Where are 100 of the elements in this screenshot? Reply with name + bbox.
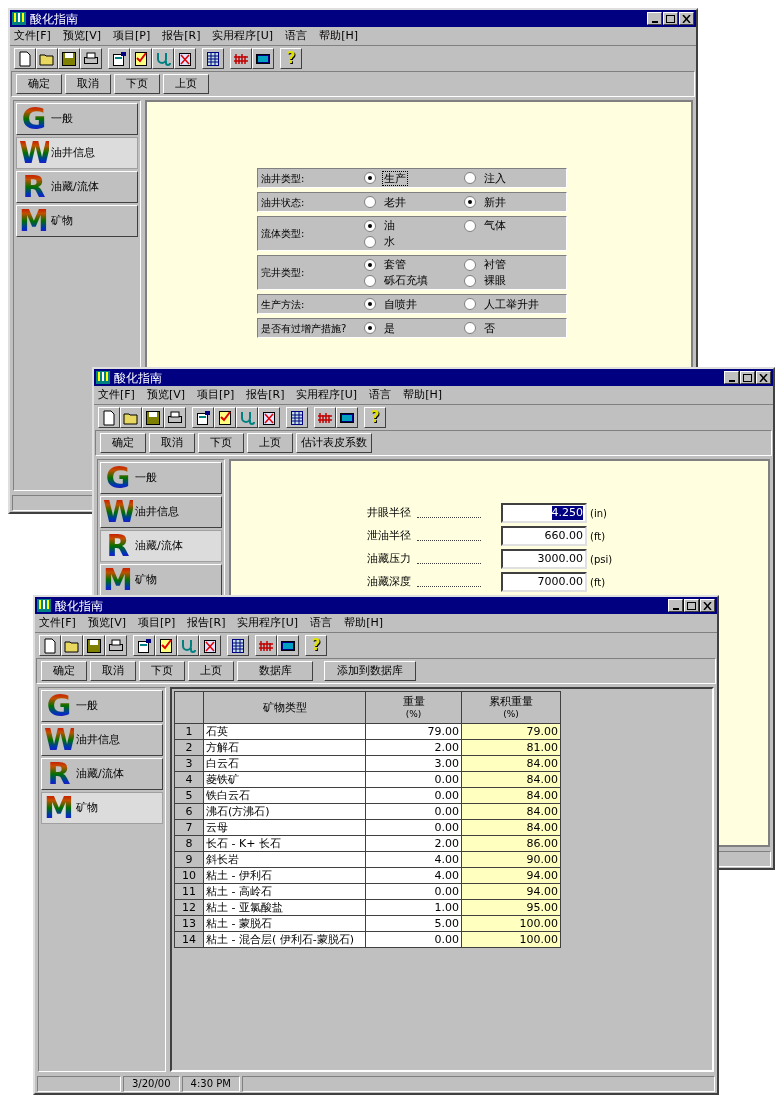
menu-item[interactable]: 项目[P] [138, 614, 176, 632]
toolbar-text-button[interactable]: 下页 [198, 433, 244, 453]
toolbar-text-button[interactable]: 确定 [100, 433, 146, 453]
toolbar-button[interactable] [227, 635, 249, 656]
toolbar-text-button[interactable]: 取消 [149, 433, 195, 453]
radio-button[interactable] [364, 235, 376, 248]
close-button[interactable] [756, 371, 771, 384]
toolbar-button[interactable] [108, 48, 130, 69]
toolbar-button[interactable] [314, 407, 336, 428]
toolbar-text-button[interactable]: 上页 [247, 433, 293, 453]
menu-item[interactable]: 报告[R] [162, 27, 201, 45]
toolbar-button[interactable] [202, 48, 224, 69]
toolbar-button[interactable] [258, 407, 280, 428]
toolbar-text-button[interactable]: 数据库 [237, 661, 313, 681]
toolbar-button[interactable] [336, 407, 358, 428]
maximize-button[interactable] [740, 371, 755, 384]
input-field[interactable]: 3000.00 [501, 549, 587, 569]
input-field[interactable]: 7000.00 [501, 572, 587, 592]
toolbar-button[interactable] [98, 407, 120, 428]
toolbar-text-button[interactable]: 添加到数据库 [324, 661, 416, 681]
toolbar-button[interactable] [252, 48, 274, 69]
toolbar-button[interactable] [58, 48, 80, 69]
minimize-button[interactable] [647, 12, 662, 25]
radio-button[interactable] [364, 322, 376, 334]
toolbar-button[interactable] [230, 48, 252, 69]
radio-button[interactable] [364, 258, 376, 271]
radio-button[interactable] [364, 196, 376, 208]
toolbar-text-button[interactable]: 估计表皮系数 [296, 433, 372, 453]
input-field[interactable]: 660.00 [501, 526, 587, 546]
radio-button[interactable] [464, 219, 476, 232]
toolbar-text-button[interactable]: 下页 [114, 74, 160, 94]
menu-item[interactable]: 项目[P] [197, 386, 235, 404]
menu-item[interactable]: 语言 [369, 386, 392, 404]
menu-item[interactable]: 语言 [310, 614, 333, 632]
toolbar-text-button[interactable]: 取消 [65, 74, 111, 94]
menu-item[interactable]: 帮助[H] [319, 27, 358, 45]
radio-button[interactable] [464, 322, 476, 334]
toolbar-text-button[interactable]: 取消 [90, 661, 136, 681]
radio-button[interactable] [364, 172, 376, 184]
toolbar-button[interactable] [192, 407, 214, 428]
menu-item[interactable]: 文件[F] [14, 27, 51, 45]
radio-button[interactable] [464, 196, 476, 208]
toolbar-button[interactable] [130, 48, 152, 69]
toolbar-button[interactable] [214, 407, 236, 428]
menu-item[interactable]: 文件[F] [39, 614, 76, 632]
toolbar-button[interactable] [83, 635, 105, 656]
radio-button[interactable] [464, 258, 476, 271]
radio-button[interactable] [364, 298, 376, 310]
minimize-button[interactable] [724, 371, 739, 384]
maximize-button[interactable] [684, 599, 699, 612]
toolbar-button[interactable] [152, 48, 174, 69]
menu-item[interactable]: 项目[P] [113, 27, 151, 45]
radio-button[interactable] [364, 274, 376, 287]
toolbar-text-button[interactable]: 确定 [16, 74, 62, 94]
column-header[interactable]: 重量 (%) [365, 691, 462, 724]
menu-item[interactable]: 报告[R] [246, 386, 285, 404]
toolbar-button[interactable] [14, 48, 36, 69]
column-header[interactable]: 矿物类型 [203, 691, 366, 724]
toolbar-button[interactable] [80, 48, 102, 69]
minimize-button[interactable] [668, 599, 683, 612]
radio-button[interactable] [464, 274, 476, 287]
toolbar-button[interactable] [142, 407, 164, 428]
toolbar-button[interactable] [199, 635, 221, 656]
menu-item[interactable]: 预览[V] [146, 386, 186, 404]
menu-item[interactable]: 帮助[H] [344, 614, 383, 632]
toolbar-text-button[interactable]: 上页 [188, 661, 234, 681]
close-button[interactable] [700, 599, 715, 612]
toolbar-button[interactable] [105, 635, 127, 656]
toolbar-button[interactable] [39, 635, 61, 656]
menu-item[interactable]: 预览[V] [87, 614, 127, 632]
menu-item[interactable]: 实用程序[U] [212, 27, 274, 45]
toolbar-button[interactable] [255, 635, 277, 656]
menu-item[interactable]: 语言 [285, 27, 308, 45]
input-field[interactable]: 4.250 [501, 503, 587, 523]
menu-item[interactable]: 实用程序[U] [237, 614, 299, 632]
column-header[interactable]: 累积重量 (%) [461, 691, 561, 724]
close-button[interactable] [679, 12, 694, 25]
radio-button[interactable] [364, 219, 376, 232]
maximize-button[interactable] [663, 12, 678, 25]
toolbar-text-button[interactable]: 确定 [41, 661, 87, 681]
menu-item[interactable]: 实用程序[U] [296, 386, 358, 404]
toolbar-button[interactable] [120, 407, 142, 428]
menu-item[interactable]: 预览[V] [62, 27, 102, 45]
toolbar-button[interactable] [36, 48, 58, 69]
toolbar-button[interactable] [177, 635, 199, 656]
toolbar-button[interactable] [286, 407, 308, 428]
toolbar-text-button[interactable]: 下页 [139, 661, 185, 681]
toolbar-button[interactable] [155, 635, 177, 656]
toolbar-button[interactable] [277, 635, 299, 656]
toolbar-button[interactable] [174, 48, 196, 69]
radio-button[interactable] [464, 298, 476, 310]
menu-item[interactable]: 文件[F] [98, 386, 135, 404]
toolbar-button[interactable] [61, 635, 83, 656]
radio-button[interactable] [464, 172, 476, 184]
toolbar-button[interactable] [133, 635, 155, 656]
toolbar-button[interactable] [236, 407, 258, 428]
toolbar-button[interactable] [164, 407, 186, 428]
menu-item[interactable]: 帮助[H] [403, 386, 442, 404]
toolbar-text-button[interactable]: 上页 [163, 74, 209, 94]
menu-item[interactable]: 报告[R] [187, 614, 226, 632]
